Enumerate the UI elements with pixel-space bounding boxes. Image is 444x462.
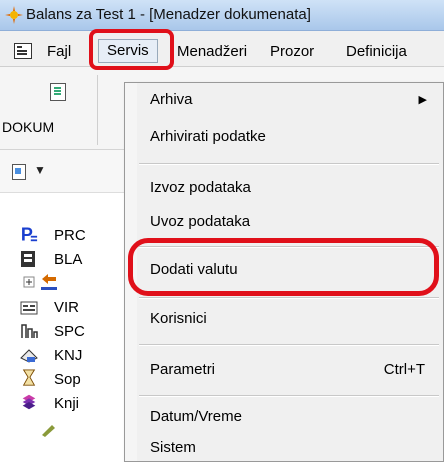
shortcut-ctrl-t: Ctrl+T [383, 361, 425, 378]
menu-item-sistem[interactable]: Sistem [125, 433, 443, 461]
window-title: Balans za Test 1 - [Menadzer dokumenata] [26, 6, 311, 23]
chevron-down-icon[interactable]: ▼ [34, 163, 46, 177]
dodati-valutu-highlight-outline [128, 238, 439, 296]
new-document-icon[interactable] [12, 164, 26, 180]
app-icon [5, 6, 23, 24]
menu-item-korisnici[interactable]: Korisnici [125, 305, 443, 335]
book-stack-icon [22, 394, 36, 410]
book-icon [21, 251, 35, 267]
chart-list-icon [21, 324, 38, 338]
submenu-arrow-icon: ▶ [418, 94, 427, 106]
dokum-label: DOKUM [2, 119, 55, 135]
menu-item-uvoz-podataka[interactable]: Uvoz podataka [125, 208, 443, 238]
menu-separator [139, 163, 439, 165]
menu-separator [139, 344, 439, 346]
menu-item-arhivirati-podatke[interactable]: Arhivirati podatke [125, 121, 443, 153]
menu-separator [139, 395, 439, 397]
menu-separator [139, 297, 439, 299]
hourglass-icon [22, 369, 36, 386]
servis-highlight-outline [89, 29, 174, 70]
menu-definicija[interactable]: Definicija [346, 43, 407, 60]
document-icon[interactable] [14, 43, 32, 59]
menu-item-izvoz-podataka[interactable]: Izvoz podataka [125, 173, 443, 203]
pen-icon [42, 425, 55, 437]
menu-menadzeri[interactable]: Menadžeri [177, 43, 247, 60]
menu-item-arhiva[interactable]: Arhiva ▶ [125, 83, 443, 113]
document-list-icon [50, 83, 66, 101]
transfer-icon [41, 274, 57, 290]
card-icon [20, 301, 38, 315]
menu-fajl[interactable]: Fajl [47, 43, 71, 60]
menu-bar: Fajl Servis Menadžeri Prozor Definicija [0, 31, 444, 67]
menu-item-datum-vreme[interactable]: Datum/Vreme [125, 403, 443, 431]
title-bar: Balans za Test 1 - [Menadzer dokumenata] [0, 0, 444, 31]
menu-prozor[interactable]: Prozor [270, 43, 314, 60]
ledger-icon [20, 349, 38, 363]
dokum-button[interactable]: DOKUM [0, 75, 98, 145]
expand-icon [23, 276, 35, 288]
p-icon: P [21, 225, 38, 243]
menu-item-parametri[interactable]: Parametri Ctrl+T [125, 355, 443, 385]
